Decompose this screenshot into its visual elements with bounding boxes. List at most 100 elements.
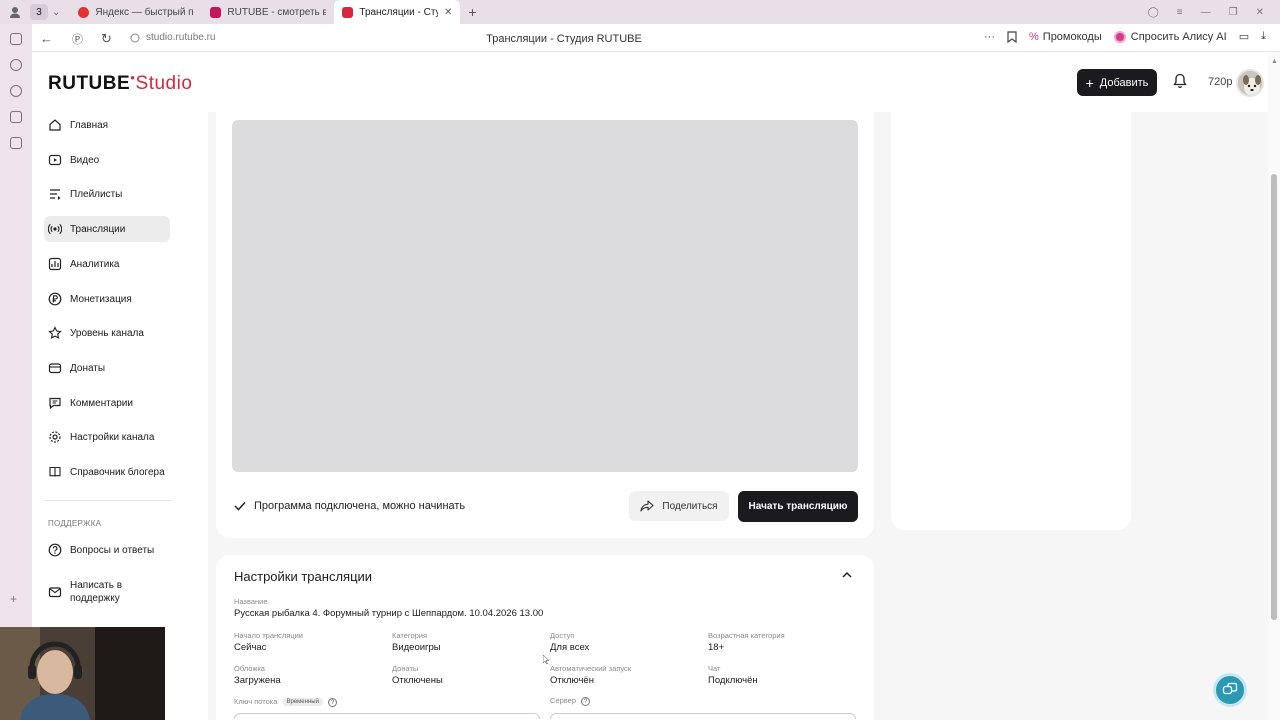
playlist-icon: [50, 189, 61, 200]
access-value: Для всех: [550, 642, 590, 653]
tabs-panel-icon[interactable]: [10, 33, 22, 45]
sidebar-item-home[interactable]: Главная: [44, 112, 170, 138]
start-time-label: Начало трансляции: [234, 631, 303, 640]
cover-value: Загружена: [234, 675, 281, 686]
browser-tab-strip: 3 ⌄ Яндекс — быстрый поиск RUTUBE - смот…: [0, 0, 1280, 24]
name-label: Название: [234, 597, 268, 606]
chat-value: Подключён: [708, 675, 758, 686]
chevron-up-icon[interactable]: [841, 569, 853, 581]
sidebar-item-video[interactable]: Видео: [44, 147, 170, 173]
scroll-up-arrow-icon[interactable]: ▲: [1271, 58, 1278, 65]
donate-icon: [48, 363, 62, 374]
page-title: Трансляции - Студия RUTUBE: [486, 33, 642, 45]
browser-tab-rutube[interactable]: RUTUBE - смотреть виде: [202, 0, 334, 24]
rutube-studio-logo[interactable]: RUTUBE●Studio: [48, 73, 192, 95]
sidebar-item-contact-support[interactable]: Написать в поддержку: [44, 577, 170, 607]
plus-icon: +: [1085, 74, 1094, 91]
quality-indicator: 720p: [1208, 76, 1233, 88]
new-tab-plus-icon[interactable]: +: [468, 4, 476, 20]
start-stream-button[interactable]: Начать трансляцию: [738, 491, 858, 522]
user-avatar[interactable]: [1236, 69, 1264, 97]
support-section-title: ПОДДЕРЖКА: [48, 519, 102, 528]
video-icon: [48, 154, 62, 166]
reader-icon[interactable]: ▭: [1239, 30, 1249, 43]
bookmark-icon[interactable]: [1007, 30, 1017, 43]
server-help-icon[interactable]: ?: [581, 696, 591, 706]
webcam-person-image: [0, 627, 165, 720]
sidebar-item-faq[interactable]: Вопросы и ответы: [44, 537, 170, 563]
sidebar-item-broadcasts[interactable]: Трансляции: [44, 216, 170, 242]
close-tab-icon[interactable]: ✕: [444, 7, 452, 18]
share-button[interactable]: Поделиться: [629, 491, 729, 521]
donations-label: Донаты: [392, 664, 419, 673]
add-button[interactable]: + Добавить: [1077, 69, 1157, 96]
cover-label: Обложка: [234, 664, 265, 673]
browser-tab-studio[interactable]: Трансляции - Студия RUTUBE ✕: [334, 0, 461, 24]
comment-icon: [49, 397, 61, 410]
alice-icon: [1113, 30, 1126, 43]
tab-title: RUTUBE - смотреть виде: [227, 6, 327, 18]
home-icon: [49, 119, 61, 131]
support-chat-button[interactable]: [1213, 673, 1247, 707]
close-window-icon[interactable]: ✕: [1256, 7, 1264, 18]
download-icon[interactable]: ⤓: [1261, 30, 1266, 43]
ruble-icon: [48, 292, 62, 306]
page-scrollbar[interactable]: ▲: [1268, 52, 1280, 720]
chat-bubbles-icon: [1222, 682, 1238, 695]
tab-count-badge[interactable]: 3: [30, 4, 48, 20]
browser-tab-yandex[interactable]: Яндекс — быстрый поиск: [70, 0, 202, 24]
collections-icon[interactable]: [10, 111, 22, 123]
access-label: Доступ: [550, 631, 575, 640]
notifications-bell-icon[interactable]: [1173, 73, 1187, 89]
bookmarks-icon[interactable]: ◯: [1148, 7, 1159, 18]
stream-settings-card: Настройки трансляции Название Русская ры…: [216, 555, 874, 720]
donations-value: Отключены: [392, 675, 443, 686]
age-rating-label: Возрастная категория: [708, 631, 785, 640]
stream-key-input[interactable]: [234, 713, 540, 719]
star-icon: [48, 326, 62, 339]
percent-icon: %: [1029, 30, 1039, 43]
sidebar-item-comments[interactable]: Комментарии: [44, 390, 170, 416]
broadcast-icon: [48, 223, 62, 235]
tab-list-chevron-icon[interactable]: ⌄: [52, 7, 60, 18]
restore-icon[interactable]: ❐: [1229, 7, 1238, 18]
gear-icon: [49, 431, 61, 443]
stream-preview-player[interactable]: [232, 120, 858, 472]
stream-key-help-icon[interactable]: ?: [328, 697, 338, 707]
promocodes-button[interactable]: % Промокоды: [1029, 31, 1102, 43]
sidebar-item-playlists[interactable]: Плейлисты: [44, 181, 170, 207]
history-icon[interactable]: [10, 59, 22, 71]
ask-alice-button[interactable]: Спросить Алису AI: [1113, 30, 1227, 43]
tab-title: Яндекс — быстрый поиск: [95, 6, 194, 18]
scrollbar-thumb[interactable]: [1271, 174, 1277, 620]
window-controls: ◯ ≡ — ❐ ✕: [1148, 0, 1280, 24]
sidebar-item-channel-level[interactable]: Уровень канала: [44, 320, 170, 346]
dog-avatar-image: [1238, 71, 1262, 95]
media-icon[interactable]: [10, 85, 22, 97]
server-input[interactable]: [550, 713, 856, 719]
sidebar-item-blogger-guide[interactable]: Справочник блогера: [44, 459, 170, 485]
add-panel-plus-icon[interactable]: +: [10, 592, 17, 606]
auto-start-value: Отключён: [550, 675, 594, 686]
studio-favicon-icon: [342, 6, 354, 18]
sidebar-item-analytics[interactable]: Аналитика: [44, 251, 170, 277]
sidebar-item-monetization[interactable]: Монетизация: [44, 286, 170, 312]
browser-side-panel: +: [0, 24, 32, 720]
sidebar-item-donations[interactable]: Донаты: [44, 355, 170, 381]
menu-icon[interactable]: ≡: [1177, 7, 1183, 18]
start-time-value: Сейчас: [234, 642, 267, 653]
server-label: Сервер ?: [550, 696, 591, 706]
notes-icon[interactable]: [10, 137, 22, 149]
sidebar-item-channel-settings[interactable]: Настройки канала: [44, 424, 170, 450]
side-panel-card: [891, 112, 1131, 530]
main-content: Программа подключена, можно начинать Под…: [208, 112, 1268, 720]
more-dots-icon[interactable]: ···: [984, 31, 995, 43]
settings-title: Настройки трансляции: [234, 569, 373, 584]
category-value: Видеоигры: [392, 642, 441, 653]
help-circle-icon: [48, 543, 62, 557]
minimize-icon[interactable]: —: [1201, 7, 1211, 18]
webcam-overlay: [0, 627, 165, 720]
address-bar-actions: ··· % Промокоды Спросить Алису AI ▭ ⤓: [984, 30, 1266, 43]
browser-profile-button[interactable]: [0, 0, 30, 24]
rutube-favicon-icon: [210, 6, 222, 18]
